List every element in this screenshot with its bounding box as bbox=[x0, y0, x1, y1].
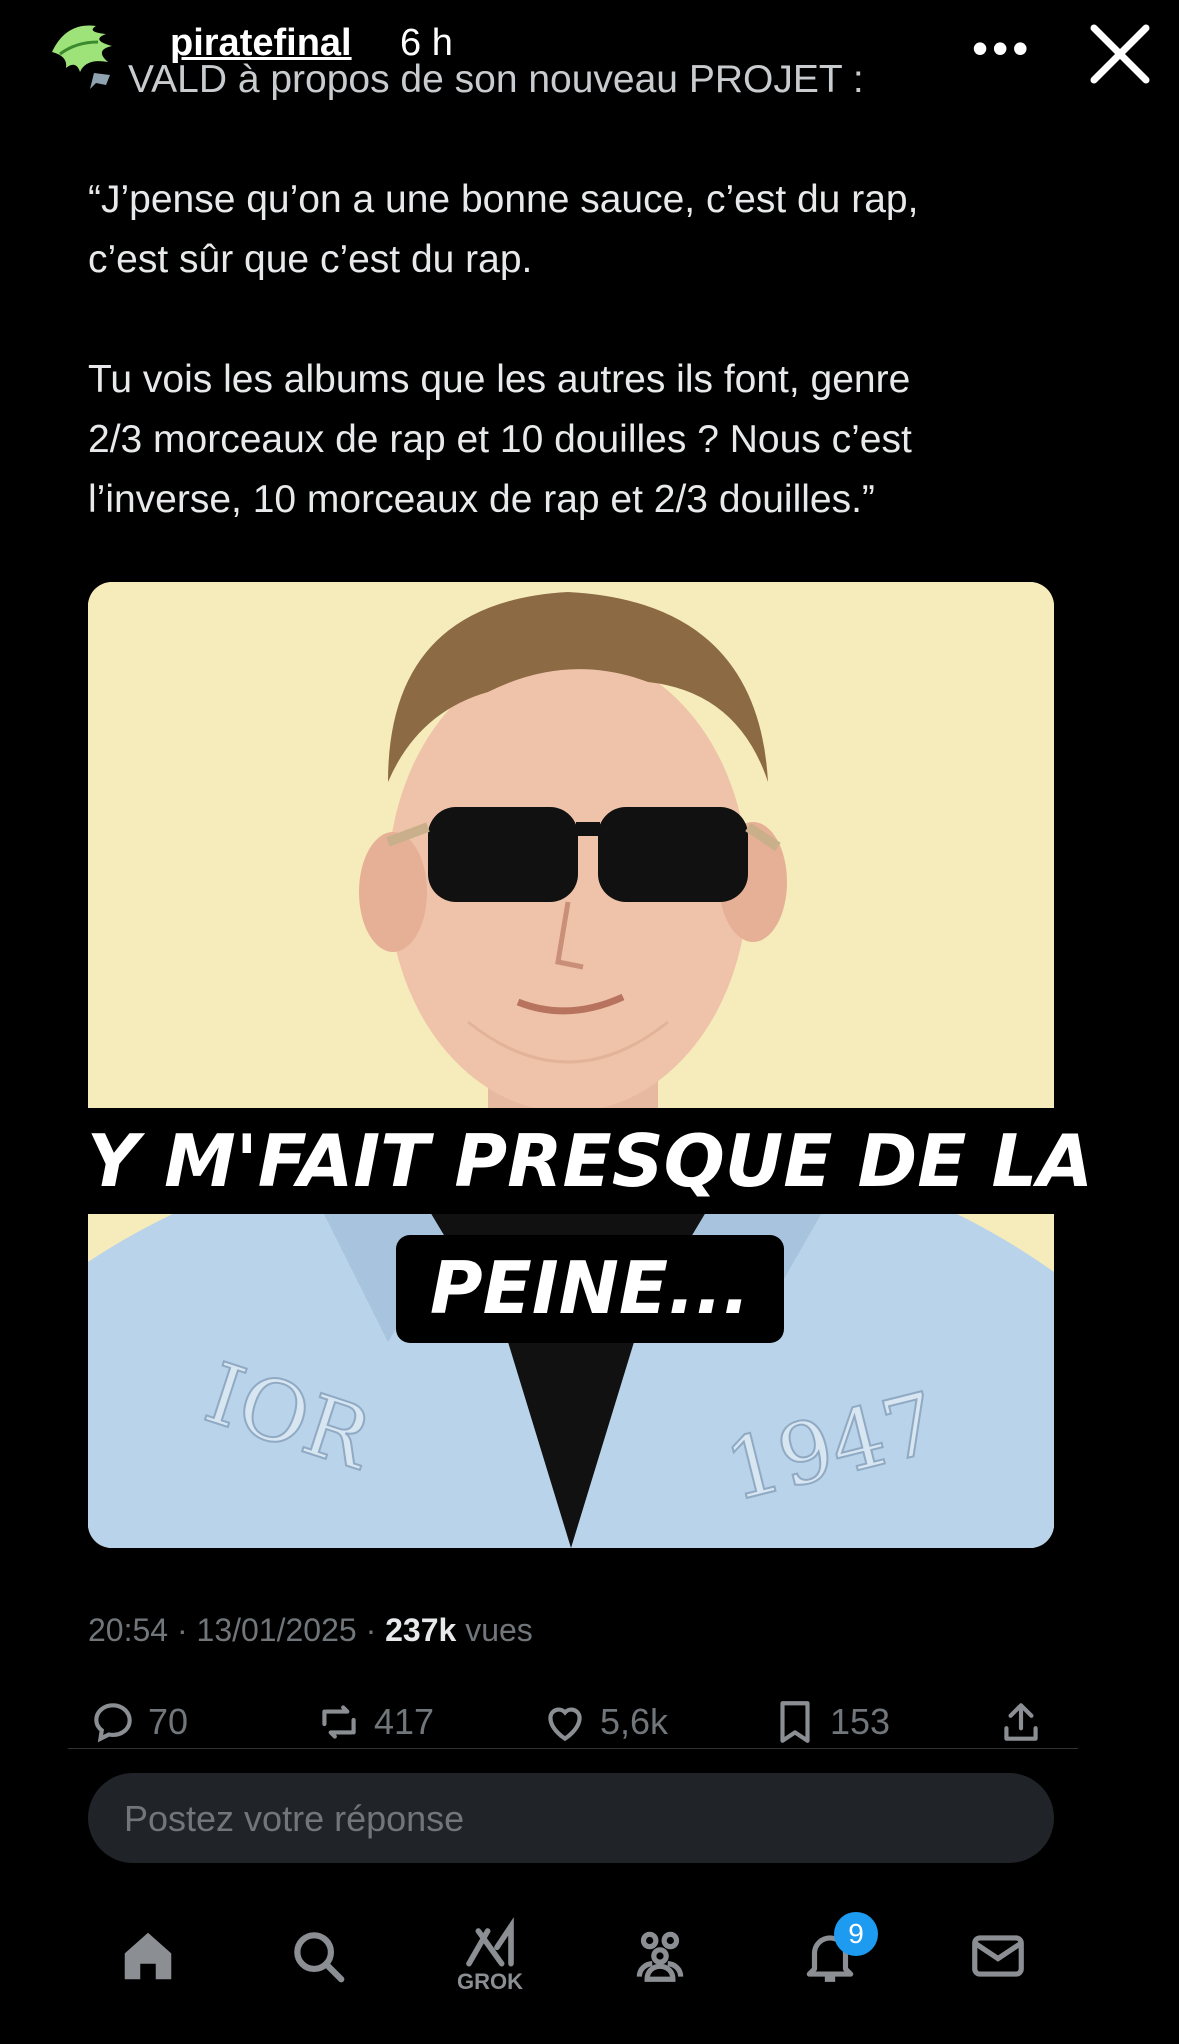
more-options-button[interactable]: ••• bbox=[972, 25, 1032, 71]
tweet-quote-line: l’inverse, 10 morceaux de rap et 2/3 dou… bbox=[88, 478, 875, 521]
search-icon bbox=[294, 1932, 345, 1983]
story-header: piratefinal 6 h ••• bbox=[0, 0, 1179, 110]
nav-notifications[interactable]: 9 bbox=[790, 1912, 878, 1996]
nav-grok[interactable]: GROK bbox=[450, 1916, 530, 1996]
bookmark-icon bbox=[780, 1701, 810, 1743]
mail-icon bbox=[972, 1935, 1024, 1977]
views-count: 237k bbox=[385, 1612, 457, 1648]
bookmark-button[interactable]: 153 bbox=[770, 1690, 890, 1754]
tweet-quote-line: Tu vois les albums que les autres ils fo… bbox=[88, 358, 911, 401]
bookmark-count: 153 bbox=[830, 1701, 891, 1742]
story-username[interactable]: piratefinal bbox=[170, 22, 352, 65]
divider bbox=[68, 1748, 1078, 1749]
grok-icon bbox=[466, 1917, 514, 1967]
bottom-nav: GROK 9 bbox=[0, 1900, 1179, 2010]
photo-caption: Y M'FAIT PRESQUE DE LA bbox=[70, 1108, 1110, 1214]
nav-communities[interactable] bbox=[620, 1916, 700, 1996]
action-bar: 70 417 5,6k 153 bbox=[88, 1690, 1054, 1754]
repost-icon bbox=[322, 1705, 356, 1739]
share-icon bbox=[1004, 1703, 1038, 1741]
reply-input[interactable] bbox=[122, 1773, 1026, 1865]
like-button[interactable]: 5,6k bbox=[540, 1690, 668, 1754]
tweet-photo[interactable]: IOR 1947 bbox=[88, 582, 1054, 1548]
notification-badge: 9 bbox=[834, 1912, 878, 1956]
nav-search[interactable] bbox=[278, 1916, 358, 1996]
reply-button[interactable]: 70 bbox=[88, 1690, 188, 1754]
tweet-text: VALD à propos de son nouveau PROJET : “J… bbox=[88, 50, 1078, 530]
close-icon[interactable] bbox=[1080, 14, 1160, 94]
views-label: vues bbox=[465, 1612, 533, 1648]
communities-icon bbox=[636, 1931, 684, 1982]
avatar[interactable] bbox=[46, 12, 122, 88]
tweet-quote-line: 2/3 morceaux de rap et 10 douilles ? Nou… bbox=[88, 418, 912, 461]
repost-count: 417 bbox=[374, 1701, 435, 1742]
reply-count: 70 bbox=[148, 1701, 189, 1742]
grok-label: GROK bbox=[457, 1969, 523, 1994]
tweet: VALD à propos de son nouveau PROJET : “J… bbox=[0, 0, 1179, 2044]
nav-home[interactable] bbox=[108, 1916, 188, 1996]
tweet-meta: 20:54 · 13/01/2025 · 237k vues bbox=[88, 1612, 533, 1649]
timestamp: 20:54 · 13/01/2025 · bbox=[88, 1612, 377, 1648]
portrait-illustration: IOR 1947 bbox=[88, 582, 1054, 1548]
reply-box[interactable] bbox=[88, 1773, 1054, 1865]
reply-icon bbox=[94, 1703, 132, 1743]
photo-caption: PEINE... bbox=[396, 1235, 784, 1343]
like-count: 5,6k bbox=[600, 1701, 669, 1742]
home-icon bbox=[124, 1932, 172, 1980]
share-button[interactable] bbox=[996, 1690, 1046, 1754]
tweet-quote-line: c’est sûr que c’est du rap. bbox=[88, 238, 533, 281]
repost-button[interactable]: 417 bbox=[314, 1690, 434, 1754]
heart-icon bbox=[548, 1707, 582, 1742]
story-time: 6 h bbox=[400, 22, 453, 64]
nav-messages[interactable] bbox=[958, 1916, 1038, 1996]
tweet-quote-line: “J’pense qu’on a une bonne sauce, c’est … bbox=[88, 178, 919, 221]
